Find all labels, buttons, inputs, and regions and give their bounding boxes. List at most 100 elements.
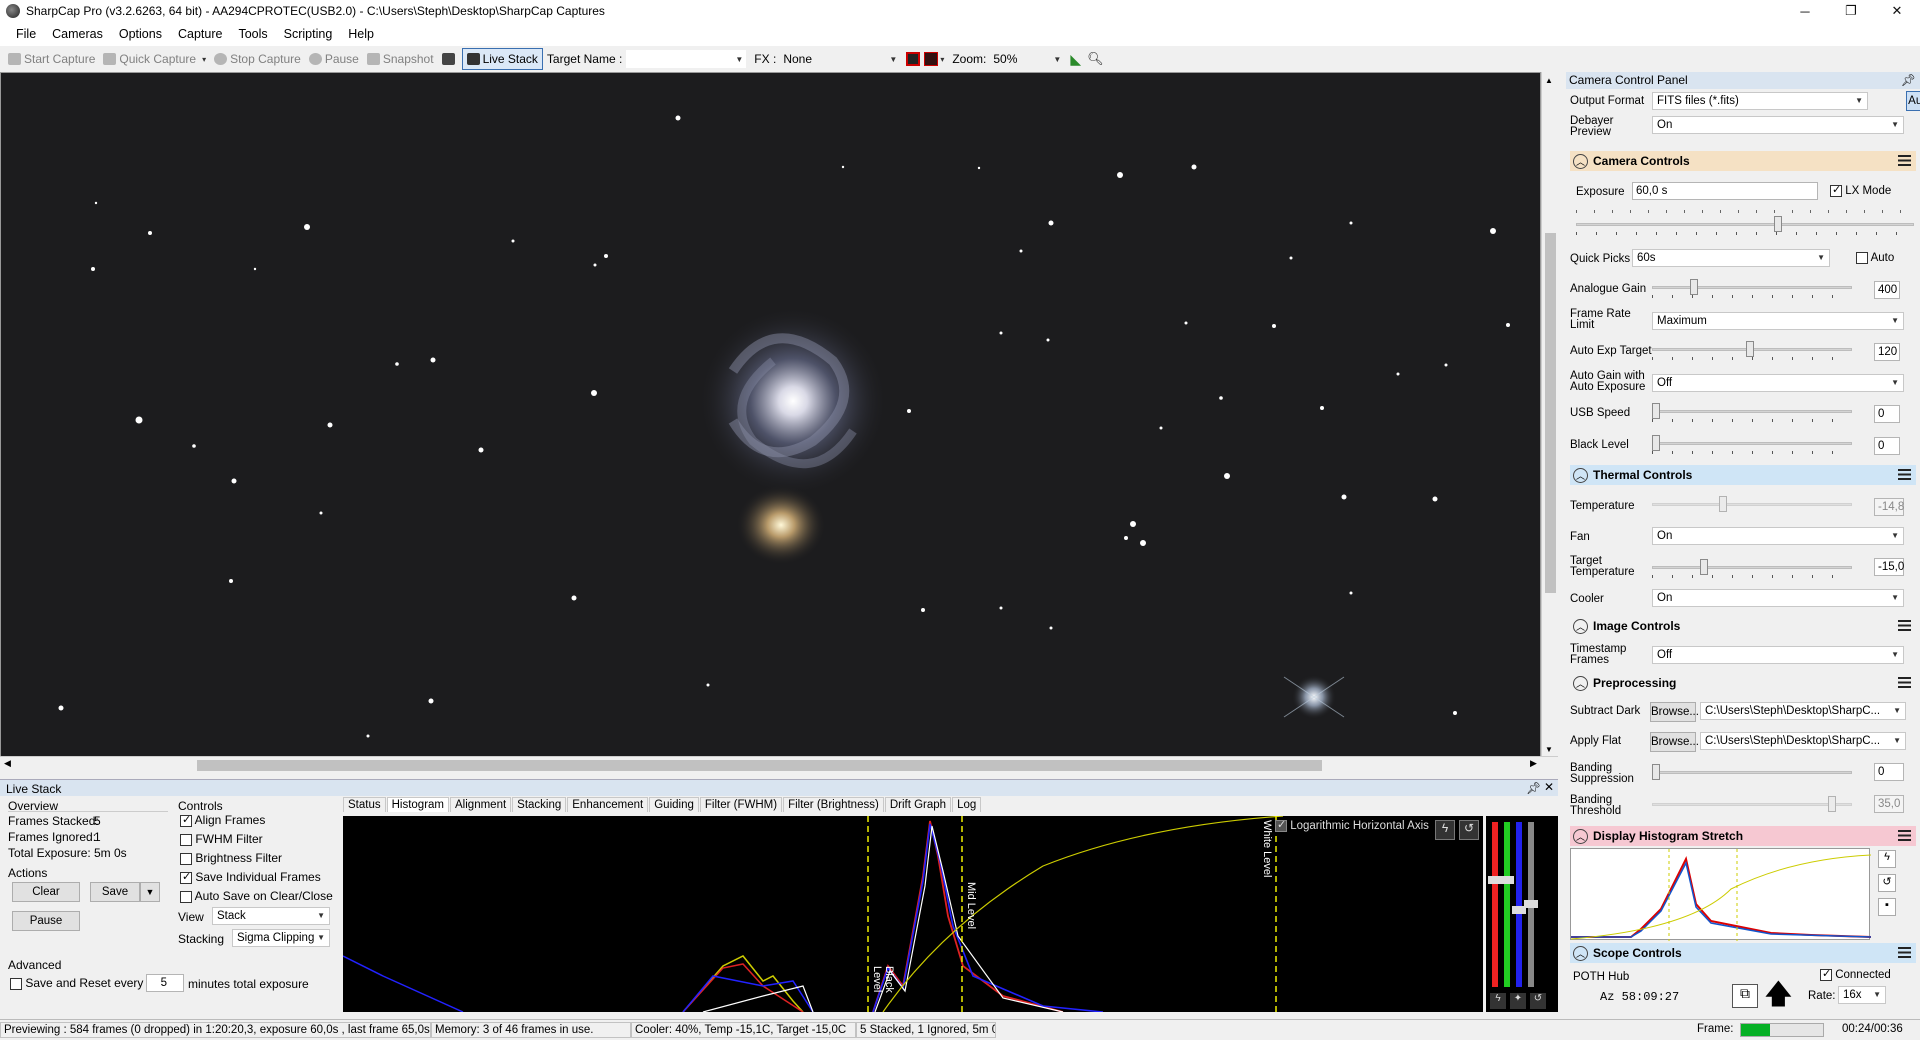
zoom-dropdown[interactable]: 50% ▼: [990, 50, 1064, 68]
tab-drift-graph[interactable]: Drift Graph: [884, 797, 952, 812]
green-slider[interactable]: [1504, 822, 1510, 987]
pin-icon[interactable]: 📌︎: [1901, 72, 1916, 89]
collapse-icon[interactable]: ︿: [1573, 467, 1588, 483]
tab-guiding[interactable]: Guiding: [649, 797, 699, 812]
horizontal-scroll-thumb[interactable]: [197, 760, 1322, 771]
target-name-dropdown[interactable]: ▼: [626, 50, 747, 68]
red-slider[interactable]: [1492, 822, 1498, 987]
usb-speed-thumb[interactable]: [1652, 403, 1660, 419]
menu-icon[interactable]: [1898, 677, 1911, 688]
menu-capture[interactable]: Capture: [170, 27, 230, 41]
slew-icon[interactable]: ⧉: [1732, 984, 1758, 1008]
lx-mode-check[interactable]: [1830, 183, 1842, 197]
analogue-gain-input[interactable]: 400: [1874, 281, 1900, 299]
vertical-scroll-thumb[interactable]: [1545, 233, 1556, 593]
menu-file[interactable]: File: [8, 27, 44, 41]
reset-icon[interactable]: ↺: [1459, 820, 1479, 840]
preprocessing-header[interactable]: ︿ Preprocessing: [1570, 673, 1916, 693]
pause-button[interactable]: Pause: [305, 48, 363, 70]
menu-icon[interactable]: [1898, 469, 1911, 480]
exposure-input[interactable]: 60,0 s: [1632, 182, 1818, 200]
menu-tools[interactable]: Tools: [230, 27, 275, 41]
save-reset-input[interactable]: 5: [146, 974, 184, 992]
log-axis-checkbox[interactable]: Logarithmic Horizontal Axis: [1275, 818, 1429, 832]
lx-mode-checkbox[interactable]: LX Mode: [1830, 183, 1891, 197]
banding-suppression-slider[interactable]: [1652, 764, 1852, 780]
fwhm-filter-check[interactable]: [180, 833, 192, 846]
thermal-controls-header[interactable]: ︿ Thermal Controls: [1570, 465, 1916, 485]
red-box-icon[interactable]: [906, 52, 921, 66]
auto-exp-thumb[interactable]: [1746, 341, 1755, 357]
auto-save-check[interactable]: [180, 890, 192, 903]
menu-icon[interactable]: [1898, 155, 1911, 166]
rate-select[interactable]: 16x ▼: [1838, 986, 1886, 1004]
browse-dark-button[interactable]: Browse...: [1650, 702, 1699, 722]
collapse-icon[interactable]: ︿: [1573, 945, 1588, 961]
log-axis-check[interactable]: [1275, 818, 1287, 832]
rgb-level-sliders[interactable]: ϟ ✦ ↺: [1486, 816, 1558, 1012]
stacking-select[interactable]: Sigma Clipping ▼: [232, 929, 330, 947]
minimize-button[interactable]: ─: [1782, 0, 1828, 22]
menu-help[interactable]: Help: [340, 27, 382, 41]
tab-histogram[interactable]: Histogram: [386, 797, 450, 812]
image-controls-header[interactable]: ︿ Image Controls: [1570, 616, 1916, 636]
star-icon[interactable]: ✦: [1510, 993, 1526, 1009]
start-capture-button[interactable]: Start Capture: [4, 48, 99, 70]
flat-path-select[interactable]: C:\Users\Steph\Desktop\SharpC... ▼: [1700, 732, 1906, 750]
auto-save-checkbox[interactable]: Auto Save on Clear/Close: [180, 889, 333, 903]
align-frames-check[interactable]: [180, 813, 192, 827]
banding-suppression-input[interactable]: 0: [1874, 763, 1904, 781]
magnifier-icon[interactable]: 🔍︎: [1087, 51, 1104, 67]
stop-capture-button[interactable]: Stop Capture: [210, 48, 305, 70]
collapse-icon[interactable]: ︿: [1573, 828, 1588, 844]
tab-enhancement[interactable]: Enhancement: [567, 797, 649, 812]
black-level-thumb[interactable]: [1652, 435, 1660, 451]
tab-stacking[interactable]: Stacking: [512, 797, 567, 812]
luminance-slider-thumb[interactable]: [1524, 900, 1538, 908]
menu-scripting[interactable]: Scripting: [276, 27, 341, 41]
auto-gain-select[interactable]: Off ▼: [1652, 374, 1904, 392]
stretch-histogram[interactable]: [1570, 848, 1872, 941]
save-button[interactable]: Save: [90, 882, 140, 902]
usb-speed-slider[interactable]: [1652, 403, 1852, 422]
pin-icon[interactable]: 📌︎: [1526, 781, 1541, 795]
save-reset-check[interactable]: [10, 977, 22, 990]
target-temperature-input[interactable]: -15,0: [1874, 558, 1904, 576]
brightness-filter-checkbox[interactable]: Brightness Filter: [180, 851, 282, 865]
analogue-gain-thumb[interactable]: [1690, 279, 1699, 295]
close-button[interactable]: ✕: [1874, 0, 1920, 22]
blue-slider[interactable]: [1516, 822, 1522, 987]
dark-path-select[interactable]: C:\Users\Steph\Desktop\SharpC... ▼: [1700, 702, 1906, 720]
crosshair-icon[interactable]: [924, 52, 939, 66]
target-temperature-slider[interactable]: [1652, 559, 1852, 578]
snapshot-button[interactable]: Snapshot: [363, 48, 438, 70]
brightness-filter-check[interactable]: [180, 852, 192, 865]
save-reset-checkbox[interactable]: Save and Reset every: [10, 976, 143, 990]
clear-button[interactable]: Clear: [12, 882, 80, 902]
auto-icon[interactable]: ϟ: [1490, 993, 1506, 1009]
fx-dropdown[interactable]: None ▼: [780, 50, 900, 68]
move-north-icon[interactable]: 🡅: [1764, 980, 1793, 1008]
tab-status[interactable]: Status: [343, 797, 386, 812]
banding-suppression-thumb[interactable]: [1652, 764, 1660, 780]
horizontal-scrollbar[interactable]: ◀ ▶: [0, 756, 1558, 773]
save-icon[interactable]: ▪: [1878, 898, 1896, 916]
monitor-button[interactable]: [438, 48, 462, 70]
reset-icon[interactable]: ↺: [1878, 874, 1896, 892]
menu-options[interactable]: Options: [111, 27, 170, 41]
auto-format-button[interactable]: Auto: [1906, 91, 1920, 111]
auto-exposure-checkbox[interactable]: Auto: [1856, 252, 1894, 264]
auto-stretch-icon[interactable]: ϟ: [1435, 820, 1455, 840]
exposure-slider[interactable]: [1576, 216, 1914, 235]
connected-checkbox[interactable]: Connected: [1820, 967, 1891, 981]
auto-exposure-check[interactable]: [1856, 252, 1868, 264]
quick-capture-button[interactable]: Quick Capture ▾: [99, 48, 210, 70]
scope-controls-header[interactable]: ︿ Scope Controls: [1570, 943, 1916, 963]
align-frames-checkbox[interactable]: Align Frames: [180, 813, 265, 827]
histogram-stretch-header[interactable]: ︿ Display Histogram Stretch: [1570, 826, 1916, 846]
frame-rate-select[interactable]: Maximum ▼: [1652, 312, 1904, 330]
timestamp-select[interactable]: Off ▼: [1652, 646, 1904, 664]
live-stack-button[interactable]: Live Stack: [461, 48, 543, 70]
reset-icon[interactable]: ↺: [1530, 993, 1546, 1009]
banding-threshold-thumb[interactable]: [1828, 796, 1836, 812]
